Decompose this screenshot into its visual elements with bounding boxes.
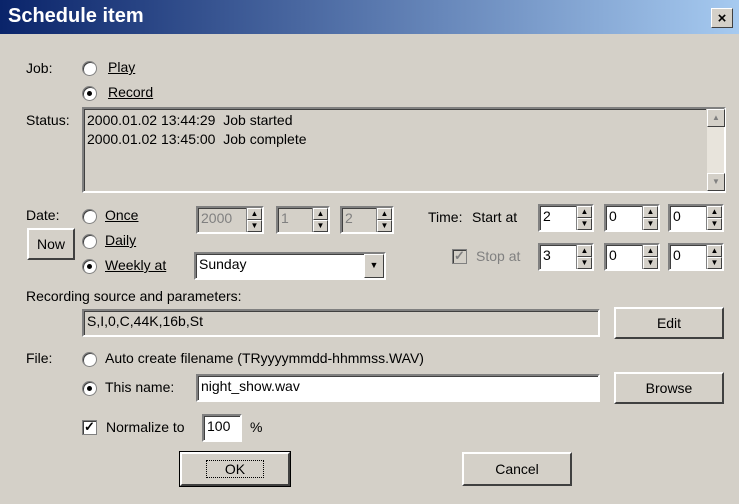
stop-minute-spinner[interactable]: 0 ▲ ▼ <box>604 243 660 271</box>
start-at-label: Start at <box>472 209 518 225</box>
start-second-value: 0 <box>673 208 681 224</box>
spin-up-icon[interactable]: ▲ <box>577 206 592 218</box>
normalize-label[interactable]: Normalize to <box>106 419 185 435</box>
stop-hour-value: 3 <box>543 247 551 263</box>
this-name-radio[interactable] <box>82 381 97 396</box>
file-label: File: <box>26 350 53 366</box>
spin-up-icon[interactable]: ▲ <box>377 208 392 220</box>
stop-second-value: 0 <box>673 247 681 263</box>
status-scrollbar[interactable]: ▲ ▼ <box>706 109 725 191</box>
date-daily-radio[interactable] <box>82 234 97 249</box>
auto-filename-label[interactable]: Auto create filename (TRyyyymmdd-hhmmss.… <box>105 350 424 366</box>
once-month-spinner[interactable]: 1 ▲ ▼ <box>276 206 330 234</box>
status-label: Status: <box>26 112 70 128</box>
spin-up-icon[interactable]: ▲ <box>313 208 328 220</box>
date-weekly-radio[interactable] <box>82 259 97 274</box>
once-year-spinner[interactable]: 2000 ▲ ▼ <box>196 206 264 234</box>
filename-value: night_show.wav <box>201 378 300 394</box>
cancel-button[interactable]: Cancel <box>462 452 572 486</box>
recording-source-label: Recording source and parameters: <box>26 288 242 304</box>
spin-up-icon[interactable]: ▲ <box>577 245 592 257</box>
time-label: Time: <box>428 209 463 225</box>
date-once-radio[interactable] <box>82 209 97 224</box>
status-line-1: 2000.01.02 13:44:29 Job started <box>87 112 293 128</box>
schedule-item-dialog: Schedule item × Job: Play Record Status:… <box>0 0 739 504</box>
once-year-value: 2000 <box>201 210 233 226</box>
edit-button[interactable]: Edit <box>614 307 724 339</box>
job-record-radio[interactable] <box>82 86 97 101</box>
once-day-value: 2 <box>345 210 353 226</box>
window-title: Schedule item <box>8 5 144 27</box>
recording-params-value: S,I,0,C,44K,16b,St <box>87 313 203 329</box>
stop-second-spinner[interactable]: 0 ▲ ▼ <box>668 243 724 271</box>
start-hour-spinner[interactable]: 2 ▲ ▼ <box>538 204 594 232</box>
percent-label: % <box>250 419 263 435</box>
spin-up-icon[interactable]: ▲ <box>707 245 722 257</box>
spin-down-icon[interactable]: ▼ <box>707 218 722 230</box>
spin-down-icon[interactable]: ▼ <box>313 220 328 232</box>
spin-down-icon[interactable]: ▼ <box>643 218 658 230</box>
spin-down-icon[interactable]: ▼ <box>247 220 262 232</box>
date-label: Date: <box>26 207 60 223</box>
weekly-day-value: Sunday <box>199 256 247 272</box>
start-minute-spinner[interactable]: 0 ▲ ▼ <box>604 204 660 232</box>
browse-button[interactable]: Browse <box>614 372 724 404</box>
date-daily-label[interactable]: Daily <box>105 232 136 248</box>
date-weekly-label[interactable]: Weekly at <box>105 257 166 273</box>
start-second-spinner[interactable]: 0 ▲ ▼ <box>668 204 724 232</box>
date-once-label[interactable]: Once <box>105 207 138 223</box>
once-month-value: 1 <box>281 210 289 226</box>
spin-down-icon[interactable]: ▼ <box>377 220 392 232</box>
scroll-down-arrow-icon[interactable]: ▼ <box>707 173 725 191</box>
ok-button[interactable]: OK <box>179 451 291 487</box>
normalize-value: 100 <box>207 418 231 434</box>
spin-up-icon[interactable]: ▲ <box>643 245 658 257</box>
status-line-2: 2000.01.02 13:45:00 Job complete <box>87 131 307 147</box>
stop-at-checkbox[interactable]: ✓ <box>452 249 467 264</box>
title-bar[interactable]: Schedule item × <box>0 0 739 34</box>
now-button[interactable]: Now <box>27 228 75 260</box>
stop-minute-value: 0 <box>609 247 617 263</box>
spin-down-icon[interactable]: ▼ <box>577 257 592 269</box>
spin-down-icon[interactable]: ▼ <box>643 257 658 269</box>
start-hour-value: 2 <box>543 208 551 224</box>
scroll-up-arrow-icon[interactable]: ▲ <box>707 109 725 127</box>
spin-up-icon[interactable]: ▲ <box>247 208 262 220</box>
stop-at-label: Stop at <box>476 248 521 264</box>
spin-down-icon[interactable]: ▼ <box>577 218 592 230</box>
recording-params-field[interactable]: S,I,0,C,44K,16b,St <box>82 309 600 337</box>
once-day-spinner[interactable]: 2 ▲ ▼ <box>340 206 394 234</box>
spin-up-icon[interactable]: ▲ <box>643 206 658 218</box>
spin-down-icon[interactable]: ▼ <box>707 257 722 269</box>
status-log[interactable]: 2000.01.02 13:44:29 Job started 2000.01.… <box>82 107 726 193</box>
normalize-checkbox[interactable]: ✓ <box>82 420 97 435</box>
job-play-label[interactable]: Play <box>108 59 135 75</box>
job-play-radio[interactable] <box>82 61 97 76</box>
chevron-down-icon[interactable]: ▼ <box>364 254 384 278</box>
job-label: Job: <box>26 60 53 76</box>
job-record-label[interactable]: Record <box>108 84 153 100</box>
close-button[interactable]: × <box>711 8 733 28</box>
auto-filename-radio[interactable] <box>82 352 97 367</box>
spin-up-icon[interactable]: ▲ <box>707 206 722 218</box>
start-minute-value: 0 <box>609 208 617 224</box>
filename-input[interactable]: night_show.wav <box>196 374 600 402</box>
normalize-value-input[interactable]: 100 <box>202 414 242 442</box>
stop-hour-spinner[interactable]: 3 ▲ ▼ <box>538 243 594 271</box>
this-name-label[interactable]: This name: <box>105 379 174 395</box>
weekly-day-select[interactable]: Sunday ▼ <box>194 252 386 280</box>
